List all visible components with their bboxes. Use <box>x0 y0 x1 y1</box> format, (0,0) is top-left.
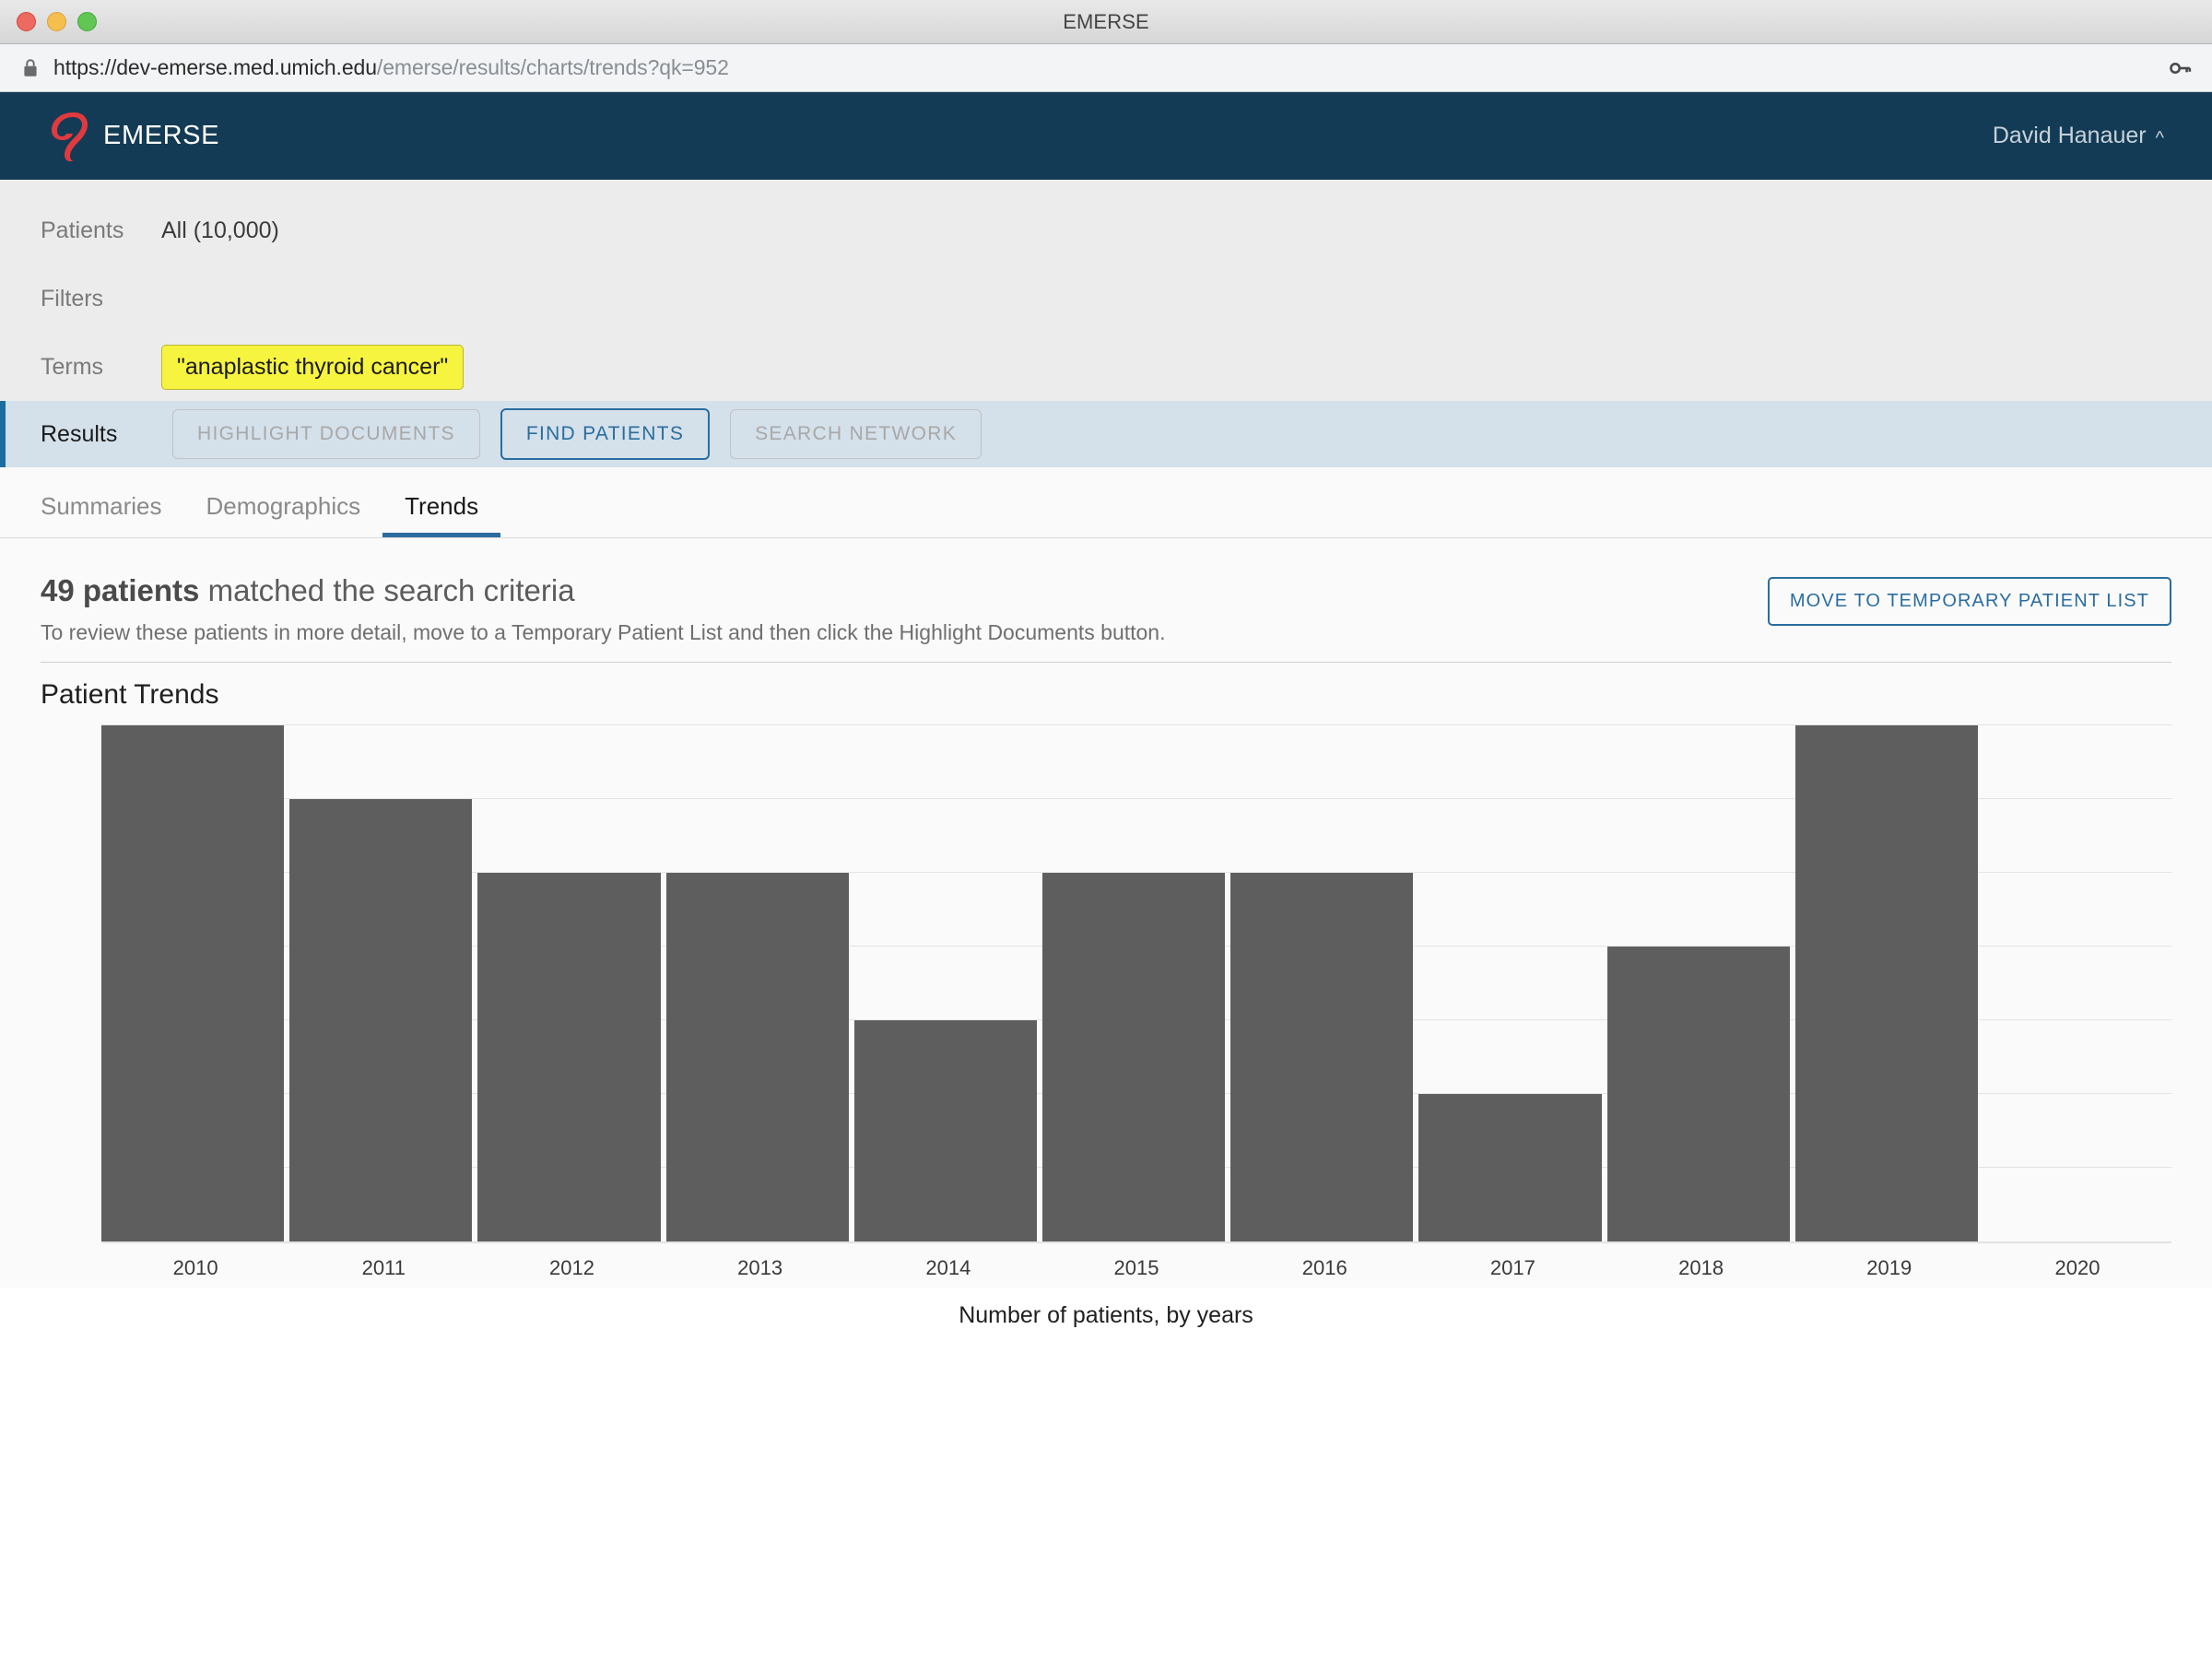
window-titlebar: EMERSE <box>0 0 2212 44</box>
chart-bar-slot[interactable] <box>101 725 289 1242</box>
chart-bars <box>101 725 2171 1242</box>
chart-bar-slot[interactable] <box>1041 725 1230 1242</box>
chart-plot-area <box>101 724 2171 1244</box>
lock-icon <box>24 58 37 76</box>
patient-trends-chart: 2010 2011 2012 2013 2014 2015 2016 2017 2018 2019… <box>41 724 2171 1328</box>
match-count: 49 patients <box>41 573 200 607</box>
chart-x-tick: 2018 <box>1678 1256 1724 1280</box>
query-label-results: Results <box>41 420 118 447</box>
find-patients-button[interactable]: FIND PATIENTS <box>500 408 711 460</box>
url-host: https://dev-emerse.med.umich.edu <box>53 55 377 79</box>
maximize-window-button[interactable] <box>77 12 97 31</box>
chart-x-tick: 2012 <box>548 1256 594 1280</box>
chart-bar-slot[interactable] <box>1794 725 1983 1242</box>
results-tabs: Summaries Demographics Trends <box>0 467 2212 538</box>
chart-x-axis-label: Number of patients, by years <box>959 1302 1253 1329</box>
window-title: EMERSE <box>1063 9 1149 33</box>
highlight-documents-button[interactable]: HIGHLIGHT DOCUMENTS <box>172 409 480 459</box>
chart-x-tick: 2014 <box>925 1256 971 1280</box>
traffic-lights <box>17 0 97 43</box>
results-summary: 49 patients matched the search criteria … <box>41 571 1166 645</box>
chart-bar[interactable] <box>1794 725 1978 1242</box>
query-row-patients: Patients All (10,000) <box>0 196 2212 265</box>
key-icon[interactable] <box>2168 56 2192 80</box>
emerse-logo-icon <box>52 112 88 161</box>
chart-x-tick: 2013 <box>737 1256 783 1280</box>
chart-bar[interactable] <box>101 725 285 1242</box>
results-body: 49 patients matched the search criteria … <box>0 538 2212 1328</box>
chart-bar[interactable] <box>853 1020 1037 1242</box>
query-label-terms: Terms <box>41 353 104 380</box>
chart-bar[interactable] <box>665 873 849 1242</box>
chart-bar-slot[interactable] <box>477 725 665 1242</box>
chart-bar-slot[interactable] <box>1230 725 1418 1242</box>
chart-bar[interactable] <box>1041 873 1226 1242</box>
results-heading: 49 patients matched the search criteria <box>41 571 1166 609</box>
minimize-window-button[interactable] <box>47 12 66 31</box>
chart-x-tick: 2016 <box>1301 1256 1347 1280</box>
tab-summaries[interactable]: Summaries <box>41 494 183 537</box>
chart-title: Patient Trends <box>41 679 219 711</box>
chart-x-tick: 2015 <box>1113 1256 1159 1280</box>
chart-x-tick: 2019 <box>1866 1256 1912 1280</box>
user-menu[interactable]: David Hanauer ^ <box>1993 123 2183 149</box>
url-text[interactable]: https://dev-emerse.med.umich.edu/emerse/… <box>53 55 729 80</box>
chart-bar-slot[interactable] <box>289 725 477 1242</box>
chart-bar-slot[interactable] <box>665 725 854 1242</box>
chart-bar[interactable] <box>477 873 661 1242</box>
results-subtext: To review these patients in more detail,… <box>41 620 1166 645</box>
chart-bar-slot[interactable] <box>1606 725 1795 1242</box>
chart-x-tick: 2020 <box>2054 1256 2100 1280</box>
chart-bar[interactable] <box>1230 873 1414 1242</box>
app-header: EMERSE David Hanauer ^ <box>0 92 2212 180</box>
chart-bar[interactable] <box>289 799 473 1242</box>
query-value-patients: All (10,000) <box>161 217 279 243</box>
query-row-results[interactable]: Results HIGHLIGHT DOCUMENTS FIND PATIENT… <box>0 401 2212 467</box>
query-label-patients: Patients <box>41 217 124 243</box>
results-header: 49 patients matched the search criteria … <box>41 571 2171 645</box>
query-row-filters: Filters <box>0 265 2212 333</box>
user-name: David Hanauer <box>1992 123 2147 148</box>
chart-bar[interactable] <box>1418 1094 1602 1242</box>
chart-bar-slot[interactable] <box>1418 725 1606 1242</box>
chart-bar-slot[interactable] <box>1983 725 2171 1241</box>
search-term-chip[interactable]: "anaplastic thyroid cancer" <box>161 344 465 390</box>
chart-x-tick: 2010 <box>172 1256 218 1280</box>
query-label-filters: Filters <box>41 285 104 312</box>
query-value-terms: "anaplastic thyroid cancer" <box>161 344 465 390</box>
chart-x-tick: 2011 <box>361 1256 406 1280</box>
chart-bar-slot[interactable] <box>853 725 1042 1242</box>
tab-demographics[interactable]: Demographics <box>183 494 382 537</box>
close-window-button[interactable] <box>17 12 36 31</box>
url-path: /emerse/results/charts/trends?qk=952 <box>376 55 729 79</box>
chevron-up-icon: ^ <box>2155 127 2164 148</box>
search-network-button[interactable]: SEARCH NETWORK <box>730 409 982 459</box>
move-to-temporary-patient-list-button[interactable]: MOVE TO TEMPORARY PATIENT LIST <box>1767 577 2171 626</box>
browser-url-bar[interactable]: https://dev-emerse.med.umich.edu/emerse/… <box>0 44 2212 92</box>
chart-x-tick: 2017 <box>1489 1256 1535 1280</box>
brand[interactable]: EMERSE <box>46 110 219 163</box>
section-divider <box>41 662 2171 664</box>
chart-bar[interactable] <box>1606 947 1790 1242</box>
query-row-terms: Terms "anaplastic thyroid cancer" <box>0 333 2212 401</box>
brand-name: EMERSE <box>103 121 220 150</box>
query-panel: Patients All (10,000) Filters Terms "ana… <box>0 180 2212 467</box>
query-action-buttons: HIGHLIGHT DOCUMENTS FIND PATIENTS SEARCH… <box>172 408 982 460</box>
tab-trends[interactable]: Trends <box>382 494 501 537</box>
match-count-rest: matched the search criteria <box>199 573 575 607</box>
chart-x-axis-ticks: 2010 2011 2012 2013 2014 2015 2016 2017 2018 2019… <box>101 1256 2171 1280</box>
